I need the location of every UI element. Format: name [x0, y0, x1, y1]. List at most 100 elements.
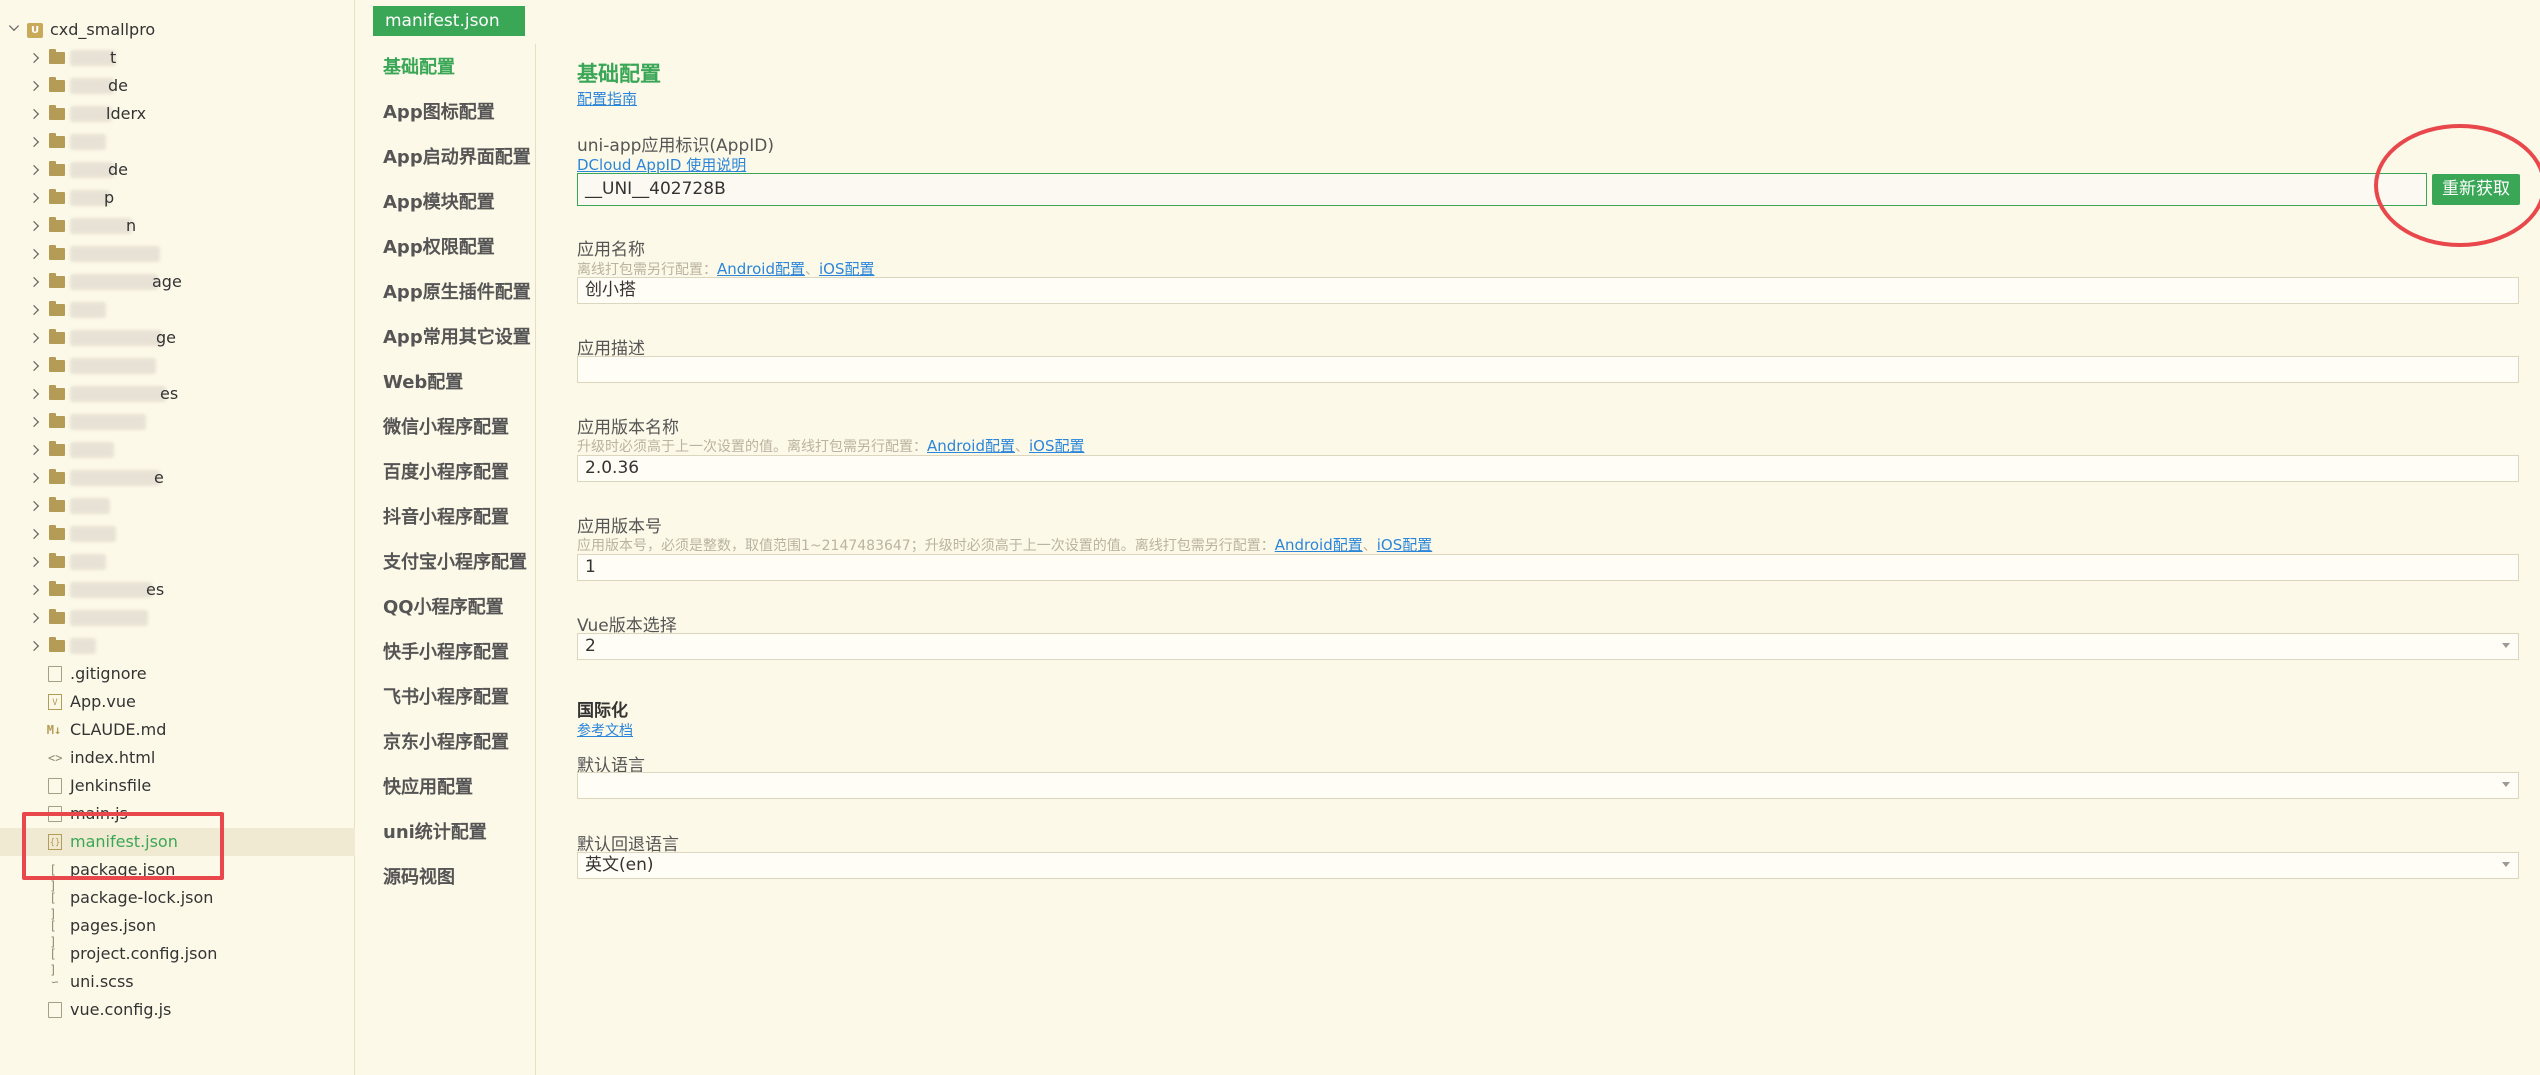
tree-file[interactable]: V App.vue [0, 688, 355, 716]
tree-folder[interactable] [0, 520, 355, 548]
version-code-input[interactable]: 1 [577, 554, 2519, 581]
chevron-right-icon[interactable] [28, 52, 40, 64]
tree-folder[interactable] [0, 436, 355, 464]
nav-item[interactable]: App模块配置 [383, 191, 495, 215]
nav-item[interactable]: 飞书小程序配置 [383, 686, 509, 710]
android-config-link[interactable]: Android配置 [717, 260, 805, 278]
chevron-right-icon[interactable] [28, 416, 40, 428]
android-config-link[interactable]: Android配置 [1275, 536, 1363, 554]
tree-folder[interactable] [0, 492, 355, 520]
tree-folder[interactable] [0, 352, 355, 380]
ios-config-link[interactable]: iOS配置 [1029, 437, 1085, 455]
tree-folder[interactable] [0, 548, 355, 576]
tree-folder[interactable] [0, 240, 355, 268]
tree-folder-label: es [160, 384, 179, 403]
tree-folder-label: de [108, 160, 128, 179]
tree-folder[interactable] [0, 408, 355, 436]
tree-file[interactable]: [ ] pages.json [0, 912, 355, 949]
tree-folder[interactable]: lderx [0, 100, 355, 128]
tree-folder[interactable]: t [0, 44, 355, 72]
tree-folder[interactable] [0, 296, 355, 324]
tree-folder[interactable] [0, 604, 355, 632]
tree-root-project[interactable]: Ucxd_smallpro [0, 16, 355, 44]
tree-folder[interactable]: p [0, 184, 355, 212]
chevron-right-icon[interactable] [28, 164, 40, 176]
nav-item[interactable]: App图标配置 [383, 101, 495, 125]
nav-item[interactable]: 快应用配置 [383, 776, 473, 800]
tree-root-label: cxd_smallpro [50, 20, 156, 39]
tree-folder[interactable]: es [0, 380, 355, 408]
tree-file[interactable]: [ ] package-lock.json [0, 884, 355, 921]
chevron-right-icon[interactable] [28, 136, 40, 148]
chevron-right-icon[interactable] [28, 276, 40, 288]
chevron-right-icon[interactable] [28, 528, 40, 540]
chevron-right-icon[interactable] [28, 444, 40, 456]
tree-folder[interactable]: n [0, 212, 355, 240]
tree-folder[interactable]: de [0, 156, 355, 184]
chevron-right-icon[interactable] [28, 108, 40, 120]
ios-config-link[interactable]: iOS配置 [1377, 536, 1433, 554]
version-name-input[interactable]: 2.0.36 [577, 455, 2519, 482]
tree-folder[interactable]: age [0, 268, 355, 296]
chevron-right-icon[interactable] [28, 612, 40, 624]
chevron-down-icon[interactable] [8, 20, 20, 32]
appid-help-link[interactable]: DCloud AppID 使用说明 [577, 154, 746, 175]
app-desc-input[interactable] [577, 356, 2519, 383]
nav-item[interactable]: uni统计配置 [383, 821, 487, 845]
nav-item[interactable]: App启动界面配置 [383, 146, 531, 170]
nav-item[interactable]: 京东小程序配置 [383, 731, 509, 755]
nav-item[interactable]: App常用其它设置 [383, 326, 531, 350]
chevron-right-icon[interactable] [28, 360, 40, 372]
nav-item[interactable]: 源码视图 [383, 866, 455, 890]
tree-file-label: App.vue [70, 692, 136, 711]
chevron-right-icon[interactable] [28, 80, 40, 92]
chevron-right-icon[interactable] [28, 500, 40, 512]
chevron-right-icon[interactable] [28, 220, 40, 232]
chevron-right-icon[interactable] [28, 388, 40, 400]
nav-item[interactable]: 微信小程序配置 [383, 416, 509, 440]
tree-file[interactable]: Jenkinsfile [0, 772, 355, 800]
fallback-lang-select[interactable]: 英文(en) [577, 852, 2519, 879]
chevron-right-icon[interactable] [28, 640, 40, 652]
chevron-right-icon[interactable] [28, 192, 40, 204]
tree-folder-label: p [104, 188, 115, 207]
nav-item[interactable]: 百度小程序配置 [383, 461, 509, 485]
tree-file[interactable]: ∽ uni.scss [0, 968, 355, 996]
config-guide-link[interactable]: 配置指南 [577, 88, 637, 109]
chevron-right-icon[interactable] [28, 584, 40, 596]
chevron-right-icon[interactable] [28, 332, 40, 344]
nav-item[interactable]: 快手小程序配置 [383, 641, 509, 665]
nav-item[interactable]: 基础配置 [383, 56, 455, 80]
tree-file[interactable]: [ ] project.config.json [0, 940, 355, 977]
chevron-right-icon[interactable] [28, 472, 40, 484]
chevron-right-icon[interactable] [28, 556, 40, 568]
tree-file[interactable]: .gitignore [0, 660, 355, 688]
appid-input[interactable]: __UNI__402728B [577, 173, 2427, 206]
tree-folder[interactable]: e [0, 464, 355, 492]
ios-config-link[interactable]: iOS配置 [819, 260, 875, 278]
tree-folder[interactable]: es [0, 576, 355, 604]
chevron-right-icon[interactable] [28, 248, 40, 260]
folder-icon [49, 105, 65, 120]
i18n-doc-link[interactable]: 参考文档 [577, 720, 633, 740]
nav-item[interactable]: 支付宝小程序配置 [383, 551, 527, 575]
nav-item[interactable]: QQ小程序配置 [383, 596, 504, 620]
default-lang-select[interactable] [577, 772, 2519, 799]
tree-folder[interactable] [0, 632, 355, 660]
nav-item[interactable]: App权限配置 [383, 236, 495, 260]
android-config-link[interactable]: Android配置 [927, 437, 1015, 455]
nav-item[interactable]: Web配置 [383, 371, 463, 395]
tree-folder[interactable]: de [0, 72, 355, 100]
folder-icon [49, 441, 65, 456]
tree-folder[interactable] [0, 128, 355, 156]
tree-file[interactable]: M↓ CLAUDE.md [0, 716, 355, 744]
tree-file[interactable]: vue.config.js [0, 996, 355, 1024]
vue-version-select[interactable]: 2 [577, 633, 2519, 660]
tree-file[interactable]: <> index.html [0, 744, 355, 772]
tree-folder[interactable]: ge [0, 324, 355, 352]
nav-item[interactable]: App原生插件配置 [383, 281, 531, 305]
chevron-right-icon[interactable] [28, 304, 40, 316]
tab-manifest-json[interactable]: manifest.json [373, 6, 525, 36]
nav-item[interactable]: 抖音小程序配置 [383, 506, 509, 530]
app-name-input[interactable]: 创小搭 [577, 277, 2519, 304]
